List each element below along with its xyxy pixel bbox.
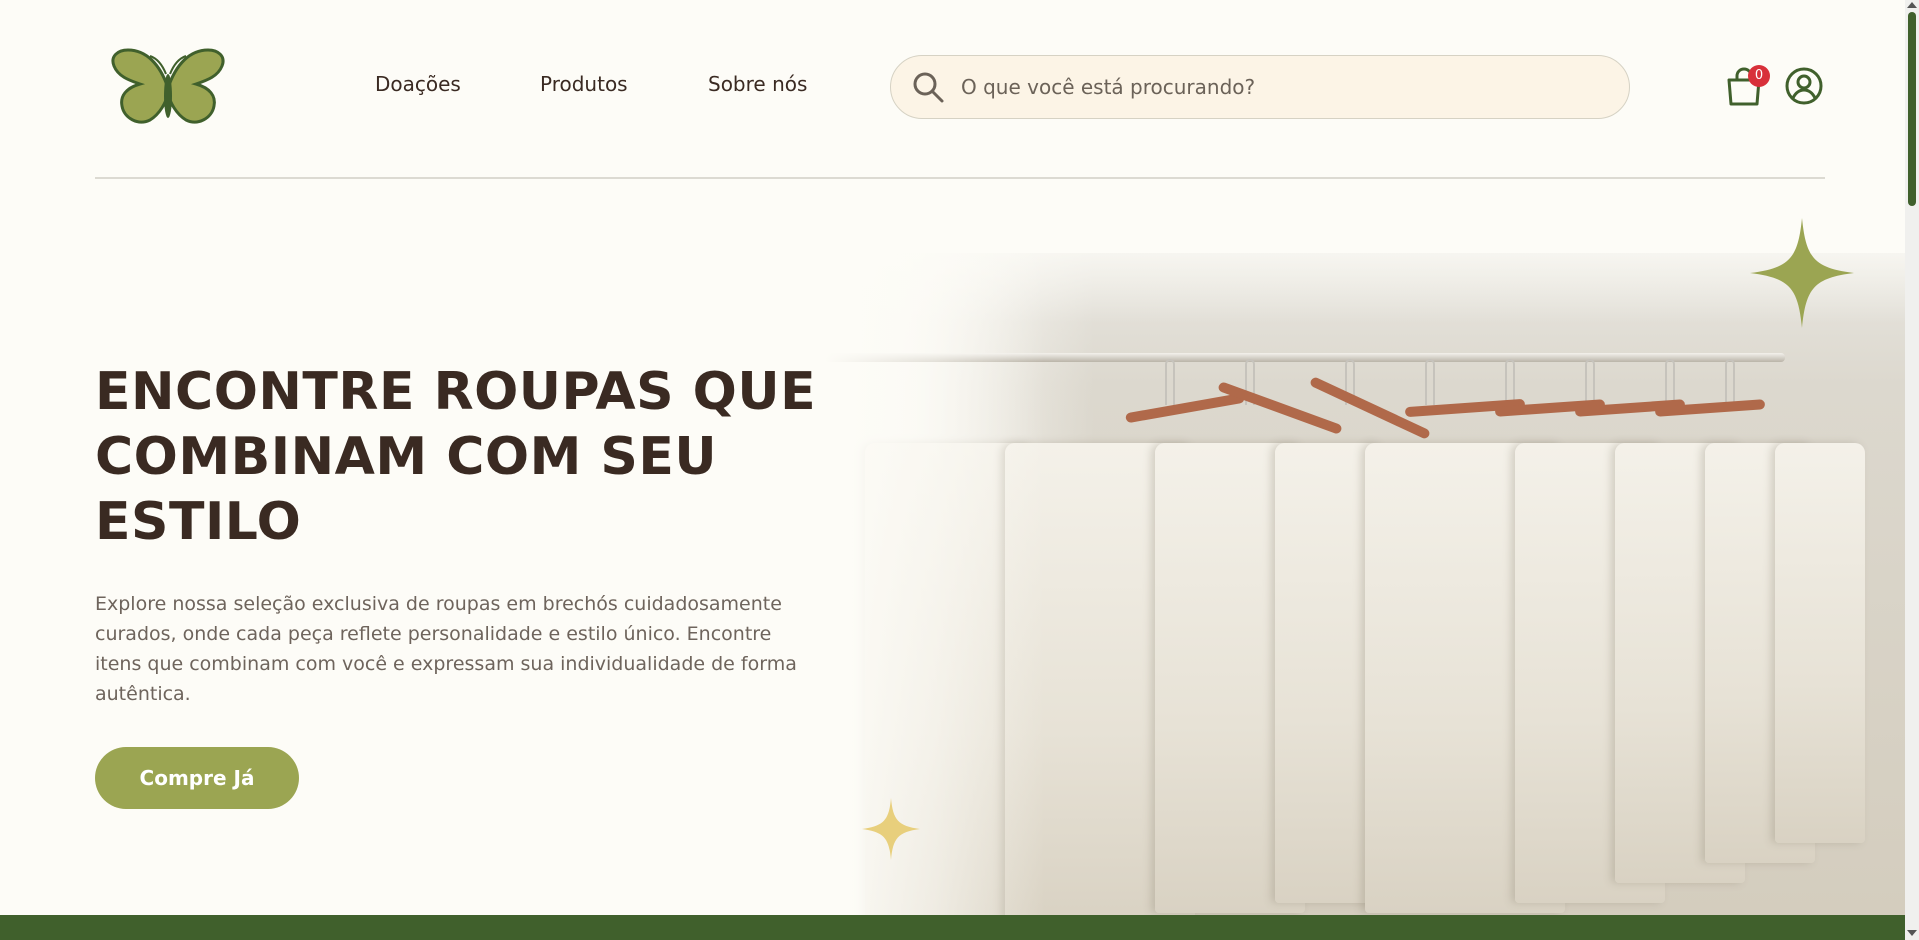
header-divider xyxy=(95,177,1825,179)
search-bar[interactable] xyxy=(890,55,1630,119)
hanger-hook xyxy=(1425,359,1435,405)
wooden-hanger xyxy=(1125,392,1245,424)
scroll-down-arrow-icon[interactable] xyxy=(1907,930,1917,936)
sparkle-icon xyxy=(1750,218,1854,328)
scroll-up-arrow-icon[interactable] xyxy=(1907,2,1917,8)
vertical-scrollbar[interactable] xyxy=(1905,0,1919,940)
nav-link-doacoes[interactable]: Doações xyxy=(375,72,485,96)
hero-clothing-rack-image xyxy=(825,253,1905,915)
cart-count-badge: 0 xyxy=(1748,65,1770,87)
search-input[interactable] xyxy=(961,75,1601,99)
shop-now-button[interactable]: Compre Já xyxy=(95,747,299,809)
image-fade-left xyxy=(825,253,1045,915)
nav-link-produtos[interactable]: Produtos xyxy=(540,72,650,96)
sparkle-icon xyxy=(862,798,920,860)
hanger-hook xyxy=(1505,359,1515,405)
hero-headline: ENCONTRE ROUPAS QUE COMBINAM COM SEU EST… xyxy=(95,362,817,552)
butterfly-logo[interactable] xyxy=(108,44,228,130)
hero-description: Explore nossa seleção exclusiva de roupa… xyxy=(95,593,797,705)
search-icon[interactable] xyxy=(911,70,945,104)
hanger-hook xyxy=(1725,359,1735,405)
page: Doações Produtos Sobre nós 0 xyxy=(0,0,1919,940)
hanger-hook xyxy=(1665,359,1675,405)
site-header: Doações Produtos Sobre nós 0 xyxy=(0,0,1900,178)
nav-link-sobre-nos[interactable]: Sobre nós xyxy=(708,72,838,96)
hanger-hook xyxy=(1165,359,1175,405)
hanger-hook xyxy=(1585,359,1595,405)
user-circle-icon[interactable] xyxy=(1784,66,1824,106)
footer-bar xyxy=(0,915,1905,940)
garment xyxy=(1775,443,1865,843)
scrollbar-thumb[interactable] xyxy=(1908,12,1916,206)
